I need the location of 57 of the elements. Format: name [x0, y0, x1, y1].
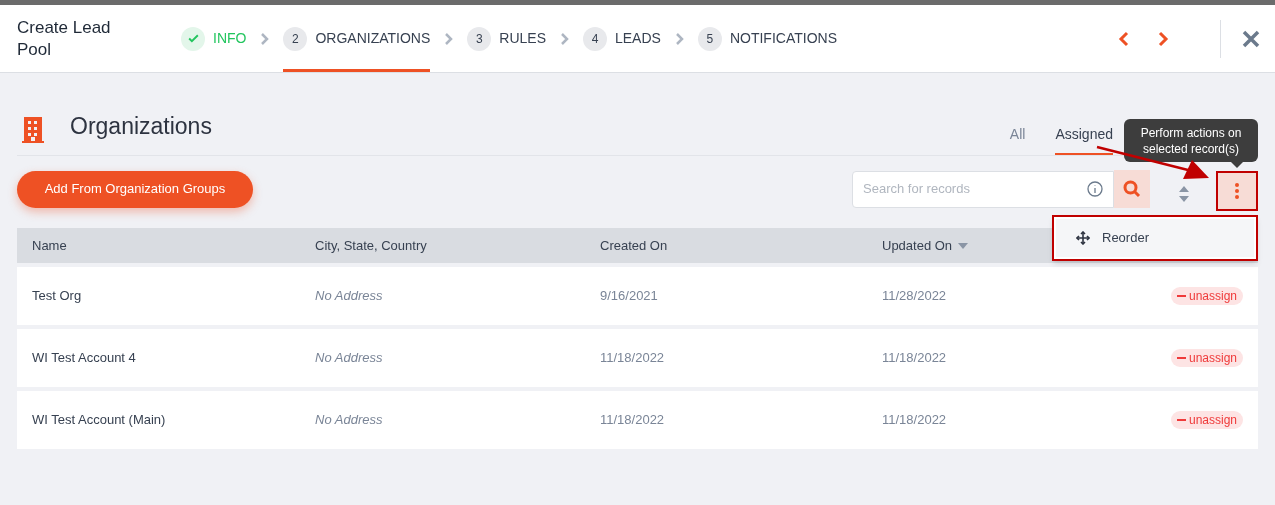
column-header[interactable]: City, State, Country	[315, 235, 427, 256]
updated-cell: 11/18/2022	[882, 412, 947, 428]
search-icon	[1123, 180, 1141, 198]
step-number: 3	[467, 26, 492, 51]
step-tab[interactable]: 4 LEADS	[583, 5, 661, 72]
step-label: NOTIFICATIONS	[729, 29, 837, 48]
menu-item[interactable]: Reorder	[1056, 219, 1254, 257]
tooltip: Perform actions on selected record(s)	[1124, 119, 1258, 162]
tooltip-pointer	[1231, 162, 1243, 168]
step-label: INFO	[213, 29, 247, 48]
minus-icon	[1176, 419, 1186, 421]
step-number: 2	[283, 26, 308, 51]
add-from-groups-button[interactable]: Add From Organization Groups	[17, 170, 253, 208]
section-title: Organizations	[70, 111, 212, 141]
created-cell: 11/18/2022	[600, 412, 665, 428]
more-vertical-icon	[1235, 182, 1239, 199]
window-title: Create Lead Pool	[17, 16, 112, 61]
search-field[interactable]: Search for records	[852, 170, 1114, 208]
updated-cell: 11/18/2022	[882, 350, 947, 366]
column-header[interactable]: Updated On	[882, 235, 953, 256]
created-cell: 11/18/2022	[600, 350, 665, 366]
building-icon	[22, 117, 44, 143]
minus-icon	[1176, 295, 1186, 297]
step-tab[interactable]: 5 NOTIFICATIONS	[697, 5, 837, 72]
move-icon	[1076, 231, 1090, 245]
address-cell: No Address	[315, 288, 383, 304]
check-icon	[181, 26, 205, 51]
name-cell: WI Test Account (Main)	[32, 412, 166, 428]
sort-button[interactable]	[1178, 185, 1190, 203]
address-cell: No Address	[315, 412, 383, 428]
chevron-left-icon	[1118, 30, 1130, 47]
name-cell: WI Test Account 4	[32, 350, 136, 366]
chevron-right-icon	[1157, 30, 1169, 47]
step-label: RULES	[499, 29, 546, 48]
filter-tab[interactable]: Assigned	[1055, 124, 1113, 155]
step-tab[interactable]: 3 RULES	[467, 5, 546, 72]
step-tab[interactable]: 2 ORGANIZATIONS	[283, 5, 431, 72]
minus-icon	[1176, 357, 1186, 359]
name-cell: Test Org	[32, 288, 82, 304]
search-button[interactable]	[1114, 170, 1150, 208]
address-cell: No Address	[315, 350, 383, 366]
sort-down-icon	[958, 242, 969, 249]
chevron-right-icon	[260, 31, 270, 46]
more-actions-button[interactable]	[1216, 170, 1258, 211]
chevron-right-icon	[444, 31, 454, 46]
created-cell: 9/16/2021	[600, 288, 658, 304]
info-icon	[1087, 181, 1103, 197]
step-label: LEADS	[615, 29, 661, 48]
chevron-right-icon	[674, 31, 684, 46]
step-number: 5	[697, 26, 722, 51]
search-input[interactable]: Search for records	[863, 179, 1087, 199]
chevron-right-icon	[560, 31, 569, 46]
column-header[interactable]: Created On	[600, 235, 668, 256]
updated-cell: 11/28/2022	[882, 288, 947, 304]
step-label: ORGANIZATIONS	[315, 29, 431, 48]
step-number: 4	[583, 26, 607, 51]
column-header[interactable]: Name	[32, 235, 67, 256]
